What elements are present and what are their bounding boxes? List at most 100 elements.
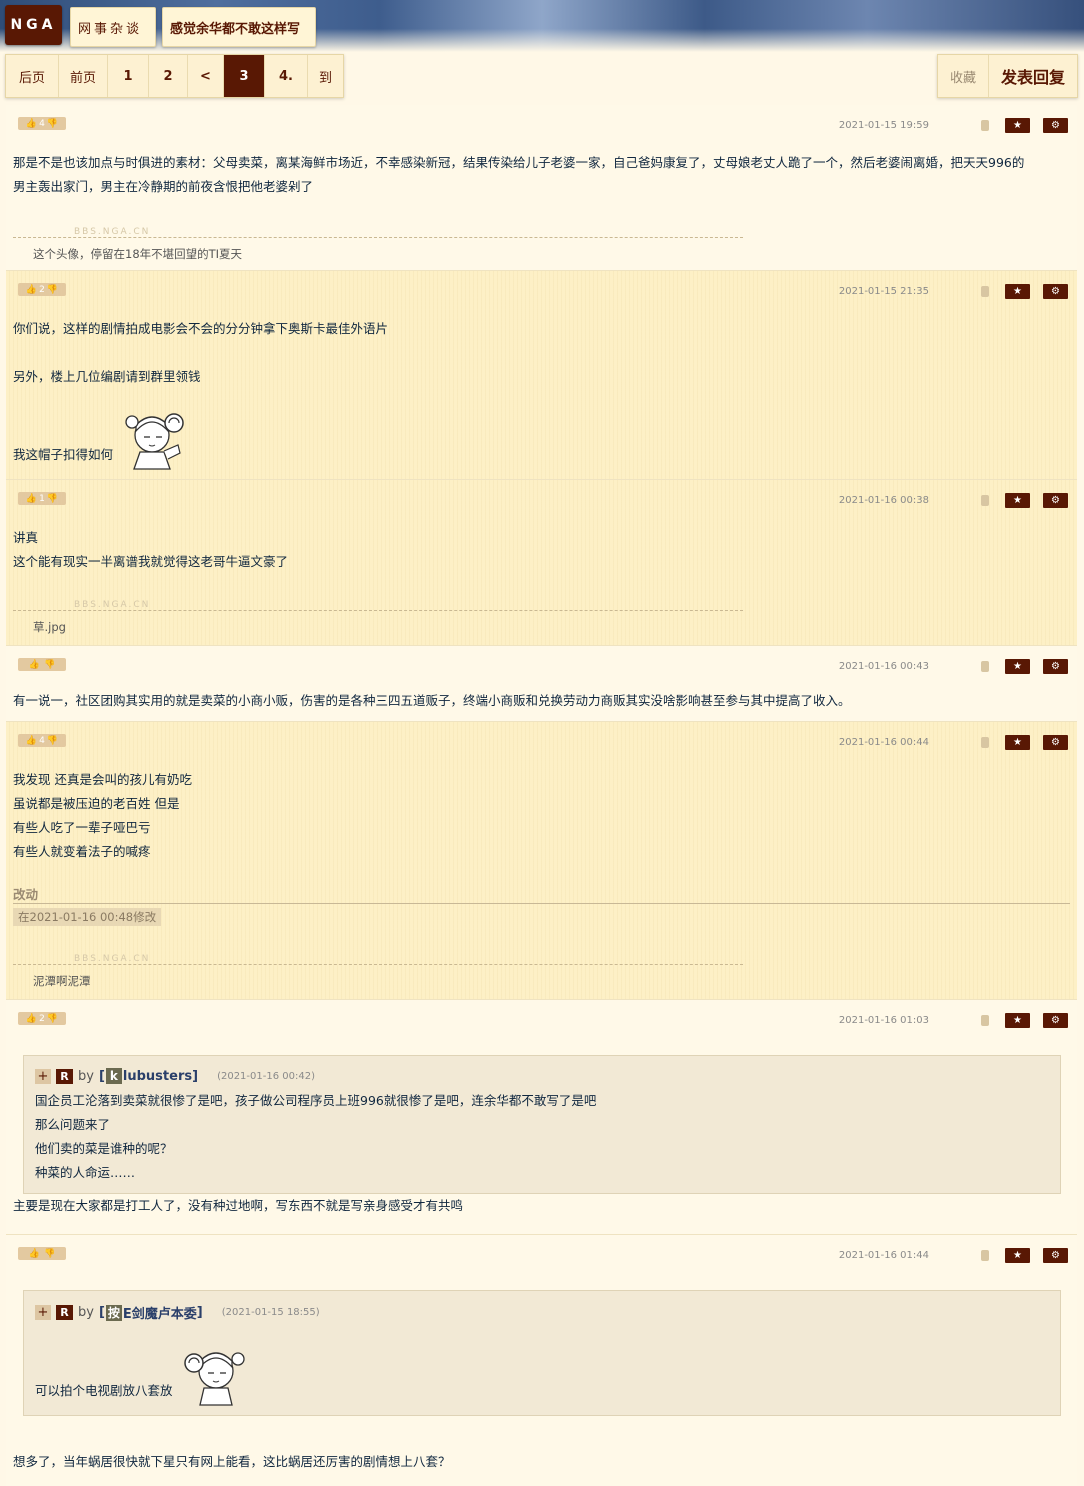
signature: 泥潭啊泥潭 (33, 974, 91, 988)
star-icon[interactable]: ★ (1005, 493, 1030, 508)
breadcrumb-board[interactable]: 网事杂谈 (70, 7, 156, 47)
gear-icon[interactable]: ⚙ (1043, 659, 1068, 674)
anime-girl-sticker-icon (184, 1352, 245, 1406)
star-icon[interactable]: ★ (1005, 284, 1030, 299)
post-content: 讲真 这个能有现实一半离谱我就觉得这老哥牛逼文豪了 (13, 526, 1073, 574)
post-content: 主要是现在大家都是打工人了，没有种过地啊，写东西不就是写亲身感受才有共鸣 (13, 1194, 1073, 1218)
thumb-up-icon[interactable]: 👍 (26, 285, 37, 295)
signature-divider (13, 964, 743, 965)
signature: 草.jpg (33, 620, 66, 634)
post-line: 男主轰出家门，男主在冷静期的前夜含恨把他老婆剁了 (13, 179, 314, 194)
quote-username[interactable]: [按 E剑魔卢本委] (99, 1303, 203, 1322)
post: 👍 👎 2021-01-16 00:43 ★ ⚙ 有一说一，社区团购其实用的就是卖… (6, 646, 1077, 722)
thumb-down-icon[interactable]: 👎 (47, 736, 58, 746)
gear-icon[interactable]: ⚙ (1043, 493, 1068, 508)
thumb-up-icon[interactable]: 👍 (29, 1249, 40, 1259)
post-time: 2021-01-16 01:03 (838, 1015, 929, 1026)
goto-page-button[interactable]: 到 (308, 55, 343, 97)
post-line: 你们说，这样的剧情拍成电影会不会的分分钟拿下奥斯卡最佳外语片 (13, 321, 389, 336)
edit-log-divider (13, 903, 1070, 904)
post: 👍 2 👎 2021-01-15 21:35 ★ ⚙ 你们说，这样的剧情拍成电影会不… (6, 271, 1077, 480)
star-icon[interactable]: ★ (1005, 118, 1030, 133)
post-list: 👍 4 👎 2021-01-15 19:59 ★ ⚙ 那是不是也该加点与时俱进的素材… (6, 105, 1077, 1486)
vote-widget[interactable]: 👍 2 👎 (18, 283, 66, 296)
thumb-up-icon[interactable]: 👍 (26, 119, 37, 129)
post-line: 有些人吃了一辈子哑巴亏 (13, 820, 151, 835)
vote-widget[interactable]: 👍 1 👎 (18, 492, 66, 505)
quote-expand-button[interactable]: + (35, 1305, 51, 1320)
page-2-button[interactable]: 2 (149, 55, 188, 97)
favorite-button[interactable]: 收藏 (938, 55, 989, 97)
star-icon[interactable]: ★ (1005, 659, 1030, 674)
user-avatar-icon: k (105, 1068, 122, 1084)
star-icon[interactable]: ★ (1005, 735, 1030, 750)
signature-divider (13, 237, 743, 238)
gear-icon[interactable]: ⚙ (1043, 284, 1068, 299)
signature-divider (13, 610, 743, 611)
quote-reply-badge[interactable]: R (56, 1305, 73, 1320)
post-line: 有些人就变着法子的喊疼 (13, 844, 151, 859)
page-back-button[interactable]: < (188, 55, 224, 97)
quote-line: 那么问题来了 (35, 1117, 111, 1132)
thumb-down-icon[interactable]: 👎 (44, 1249, 55, 1259)
edit-log-entry: 在2021-01-16 00:48修改 (13, 908, 162, 926)
post-line: 我发现 还真是会叫的孩儿有奶吃 (13, 772, 192, 787)
post: 👍 1 👎 2021-01-16 00:38 ★ ⚙ 讲真 这个能有现实一半离谱我就… (6, 480, 1077, 646)
gear-icon[interactable]: ⚙ (1043, 118, 1068, 133)
thumb-down-icon[interactable]: 👎 (47, 1014, 58, 1024)
vote-count: 2 (39, 1013, 45, 1024)
thread-actions: 收藏 发表回复 (937, 54, 1078, 98)
vote-widget[interactable]: 👍 4 👎 (18, 734, 66, 747)
thumb-down-icon[interactable]: 👎 (44, 660, 55, 670)
gear-icon[interactable]: ⚙ (1043, 1248, 1068, 1263)
post: 👍 👎 2021-01-16 01:44 ★ ⚙ + R by [按 E剑魔卢本委]… (6, 1235, 1077, 1486)
pagination: 后页 前页 1 2 < 3 4. 到 (5, 54, 344, 98)
vote-count: 2 (39, 284, 45, 295)
vote-widget[interactable]: 👍 2 👎 (18, 1012, 66, 1025)
post-content: 我发现 还真是会叫的孩儿有奶吃 虽说都是被压迫的老百姓 但是 有些人吃了一辈子哑… (13, 768, 1073, 864)
thumb-down-icon[interactable]: 👎 (47, 119, 58, 129)
post-reply-button[interactable]: 发表回复 (989, 55, 1077, 97)
post-content: 有一说一，社区团购其实用的就是卖菜的小商小贩，伤害的是各种三四五道贩子，终端小商… (13, 689, 1073, 713)
quote-by-label: by (78, 1305, 94, 1320)
quote-username-text: E剑魔卢本委 (122, 1307, 197, 1322)
vote-widget[interactable]: 👍 4 👎 (18, 117, 66, 130)
post: 👍 4 👎 2021-01-15 19:59 ★ ⚙ 那是不是也该加点与时俱进的素材… (6, 105, 1077, 271)
quote-reply-badge[interactable]: R (56, 1068, 73, 1084)
quote-username[interactable]: [k lubusters] (99, 1068, 198, 1084)
quote-by-label: by (78, 1068, 94, 1084)
gear-icon[interactable]: ⚙ (1043, 1013, 1068, 1028)
quote-username-text: lubusters (122, 1068, 193, 1084)
thumb-up-icon[interactable]: 👍 (26, 1014, 37, 1024)
page-4-button[interactable]: 4. (265, 55, 308, 97)
breadcrumb-thread-title[interactable]: 感觉余华都不敢这样写 (162, 7, 316, 47)
thumb-down-icon[interactable]: 👎 (47, 285, 58, 295)
post-time: 2021-01-15 21:35 (838, 286, 929, 297)
quote-line: 种菜的人命运…… (35, 1165, 136, 1180)
nga-logo[interactable]: NGA (5, 5, 62, 45)
thumb-down-icon[interactable]: 👎 (47, 494, 58, 504)
post: 👍 2 👎 2021-01-16 01:03 ★ ⚙ + R by [k lubust… (6, 1000, 1077, 1235)
vote-widget[interactable]: 👍 👎 (18, 658, 66, 671)
thumb-up-icon[interactable]: 👍 (26, 736, 37, 746)
thumb-up-icon[interactable]: 👍 (26, 494, 37, 504)
vote-widget[interactable]: 👍 👎 (18, 1247, 66, 1260)
next-page-button[interactable]: 后页 (6, 55, 59, 97)
gear-icon[interactable]: ⚙ (1043, 735, 1068, 750)
page-1-button[interactable]: 1 (108, 55, 149, 97)
post-time: 2021-01-16 01:44 (838, 1250, 929, 1261)
page-3-current[interactable]: 3 (224, 55, 265, 97)
quote-body: 可以拍个电视剧放八套放 (35, 1379, 173, 1403)
post-time: 2021-01-16 00:44 (838, 737, 929, 748)
apple-icon (981, 495, 989, 506)
post-line: 那是不是也该加点与时俱进的素材：父母卖菜，离某海鲜市场近，不幸感染新冠，结果传染… (13, 155, 1025, 170)
star-icon[interactable]: ★ (1005, 1013, 1030, 1028)
post-line: 另外，楼上几位编剧请到群里领钱 (13, 369, 201, 384)
quote-expand-button[interactable]: + (35, 1068, 51, 1084)
quote-time: (2021-01-15 18:55) (221, 1307, 320, 1318)
post-content: 想多了，当年蜗居很快就下星只有网上能看，这比蜗居还厉害的剧情想上八套？ (13, 1450, 1073, 1474)
thumb-up-icon[interactable]: 👍 (29, 660, 40, 670)
post-time: 2021-01-16 00:43 (838, 661, 929, 672)
star-icon[interactable]: ★ (1005, 1248, 1030, 1263)
prev-page-button[interactable]: 前页 (59, 55, 108, 97)
